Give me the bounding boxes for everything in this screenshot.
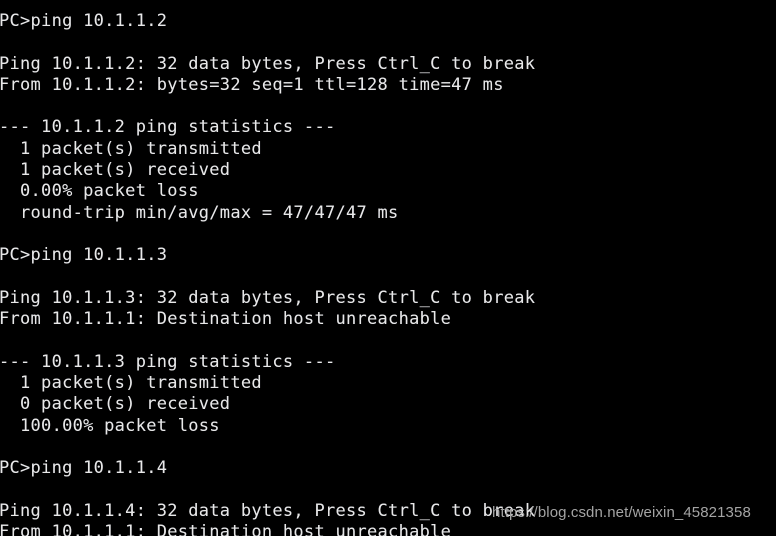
console-line: 1 packet(s) transmitted xyxy=(0,373,262,394)
console-line-blank xyxy=(0,480,776,501)
console-line: PC>ping 10.1.1.4 xyxy=(0,458,168,479)
console-line: 1 packet(s) received xyxy=(0,160,231,181)
console-line-blank xyxy=(0,96,776,117)
console-line: Ping 10.1.1.4: 32 data bytes, Press Ctrl… xyxy=(0,500,536,521)
console-line-blank xyxy=(0,32,776,53)
console-line: round-trip min/avg/max = 47/47/47 ms xyxy=(0,202,399,223)
console-line-blank xyxy=(0,330,776,351)
terminal-window[interactable]: PC>ping 10.1.1.2 Ping 10.1.1.2: 32 data … xyxy=(0,0,776,536)
console-line: 0 packet(s) received xyxy=(0,394,231,415)
console-line: Ping 10.1.1.3: 32 data bytes, Press Ctrl… xyxy=(0,287,536,308)
console-line: --- 10.1.1.3 ping statistics --- xyxy=(0,351,336,372)
console-line-blank xyxy=(0,437,776,458)
console-line: 1 packet(s) transmitted xyxy=(0,138,262,159)
console-line: From 10.1.1.2: bytes=32 seq=1 ttl=128 ti… xyxy=(0,74,504,95)
console-output: PC>ping 10.1.1.2 Ping 10.1.1.2: 32 data … xyxy=(0,11,776,536)
console-line: 100.00% packet loss xyxy=(0,415,220,436)
console-line: PC>ping 10.1.1.2 xyxy=(0,11,168,31)
console-line: From 10.1.1.1: Destination host unreacha… xyxy=(0,309,452,330)
console-line: PC>ping 10.1.1.3 xyxy=(0,245,168,266)
console-line-blank xyxy=(0,267,776,288)
console-line: From 10.1.1.1: Destination host unreacha… xyxy=(0,522,452,536)
console-line: Ping 10.1.1.2: 32 data bytes, Press Ctrl… xyxy=(0,53,536,74)
console-line-blank xyxy=(0,224,776,245)
console-line: 0.00% packet loss xyxy=(0,181,199,202)
console-line: --- 10.1.1.2 ping statistics --- xyxy=(0,117,336,138)
